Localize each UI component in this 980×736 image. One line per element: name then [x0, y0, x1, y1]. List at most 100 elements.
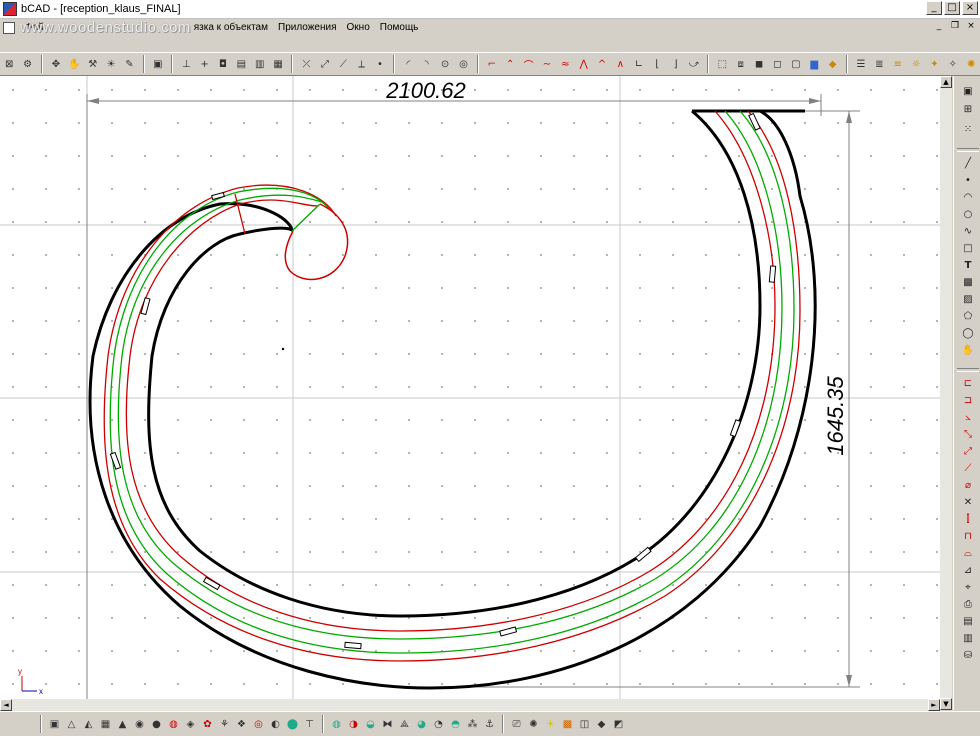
snap-near-icon[interactable]: ⟋ — [336, 57, 350, 72]
zigzag-icon[interactable]: ⋀ — [577, 57, 591, 72]
mirror-3d-icon[interactable]: ◓ — [448, 717, 463, 732]
bool-subtract-icon[interactable]: ◑ — [346, 717, 361, 732]
mdi-minimize-button[interactable]: _ — [932, 20, 946, 33]
draw-circle-icon[interactable]: ○ — [961, 209, 975, 221]
menu-file[interactable]: Фай — [20, 22, 49, 33]
fillet-icon[interactable]: ⌊ — [650, 57, 664, 72]
peak-icon[interactable]: ^ — [595, 57, 609, 72]
section-icon[interactable]: ⟁ — [397, 717, 412, 732]
spot-icon[interactable]: ✧ — [946, 57, 960, 72]
material-library-icon[interactable]: ▩ — [560, 717, 575, 732]
ellipse-icon[interactable]: ◯ — [961, 328, 975, 340]
ucs-icon[interactable]: ⊥ — [179, 57, 193, 72]
render-scene-icon[interactable]: ◩ — [611, 717, 626, 732]
view-iso-icon[interactable]: ▦ — [271, 57, 285, 72]
draw-line-icon[interactable]: ╱ — [961, 158, 975, 170]
cube-icon[interactable]: ▣ — [47, 717, 62, 732]
pipe-icon[interactable]: ⊤ — [302, 717, 317, 732]
render-color-icon[interactable]: ◆ — [825, 57, 839, 72]
select-icon[interactable]: ⊠ — [2, 57, 16, 72]
snap-point-icon[interactable]: • — [373, 57, 387, 72]
sun-icon[interactable]: ✺ — [964, 57, 978, 72]
draw-rect-icon[interactable]: □ — [961, 243, 975, 255]
sphere-solid-icon[interactable]: ⬤ — [285, 717, 300, 732]
snap-tangent-icon[interactable]: ◝ — [420, 57, 434, 72]
paint-icon[interactable]: ✎ — [122, 57, 136, 72]
draw-point-icon[interactable]: • — [961, 175, 975, 187]
chamfer-icon[interactable]: ⌋ — [668, 57, 682, 72]
cube-shaded-icon[interactable]: ◼ — [752, 57, 766, 72]
bulb-icon[interactable]: ☀ — [543, 717, 558, 732]
snap-center-icon[interactable]: ⊙ — [438, 57, 452, 72]
xyz-icon[interactable]: ⌖ — [961, 582, 975, 594]
align-3d-icon[interactable]: ⚓ — [482, 717, 497, 732]
dim-diameter-icon[interactable]: ⤢ — [961, 446, 975, 458]
layer-props-icon[interactable]: ≣ — [872, 57, 886, 72]
bool-union-icon[interactable]: ◍ — [329, 717, 344, 732]
plotter-icon[interactable]: ▥ — [961, 633, 975, 645]
dim-continue-icon[interactable]: ⊓ — [961, 531, 975, 543]
torus-icon[interactable]: ◍ — [166, 717, 181, 732]
vertex-icon[interactable]: ∧ — [613, 57, 627, 72]
wedge-icon[interactable]: ◭ — [81, 717, 96, 732]
view-front-icon[interactable]: ◘ — [216, 57, 230, 72]
cube-solid-icon[interactable]: ▢ — [789, 57, 803, 72]
arc-icon[interactable]: ⌒ — [521, 57, 535, 72]
dim-baseline-icon[interactable]: ⫿ — [961, 514, 975, 526]
horizontal-scrollbar[interactable]: ◄ ► — [0, 699, 940, 711]
wave-icon[interactable]: ≈ — [558, 57, 572, 72]
layer-color-icon[interactable]: ≡ — [891, 57, 905, 72]
loft-icon[interactable]: ❖ — [234, 717, 249, 732]
database-icon[interactable]: ⛁ — [961, 650, 975, 662]
material-icon[interactable]: ▆ — [807, 57, 821, 72]
bool-intersect-icon[interactable]: ◒ — [363, 717, 378, 732]
fillet-3d-icon[interactable]: ◕ — [414, 717, 429, 732]
scene-icon[interactable]: ◆ — [594, 717, 609, 732]
shell-icon[interactable]: ◐ — [268, 717, 283, 732]
draw-spline-icon[interactable]: ∿ — [961, 226, 975, 238]
camera-icon[interactable]: ⎚ — [509, 717, 524, 732]
texture-icon[interactable]: ◫ — [577, 717, 592, 732]
menu-help[interactable]: Помощь — [375, 22, 424, 33]
menu-applications[interactable]: Приложения — [273, 22, 342, 33]
dim-aligned-icon[interactable]: ⊐ — [961, 395, 975, 407]
cube-hidden-icon[interactable]: ⧈ — [734, 57, 748, 72]
hatch-icon[interactable]: ▩ — [961, 277, 975, 289]
dim-arc-icon[interactable]: ⌓ — [961, 548, 975, 560]
revolve-icon[interactable]: ✿ — [200, 717, 215, 732]
snap-arc-icon[interactable]: ◜ — [401, 57, 415, 72]
cube-wire-icon[interactable]: ⬚ — [715, 57, 729, 72]
dim-angle-icon[interactable]: ⦣ — [961, 412, 975, 424]
bcad-app-icon[interactable] — [3, 2, 17, 16]
tool-icon[interactable]: ⚒ — [86, 57, 100, 72]
drawing-canvas[interactable]: 2100.62 1645.35 y x — [0, 76, 952, 710]
draw-arc-icon[interactable]: ◠ — [961, 192, 975, 204]
view-side-icon[interactable]: ▥ — [253, 57, 267, 72]
spiral-icon[interactable]: ◎ — [251, 717, 266, 732]
dim-leader-icon[interactable]: ⌀ — [961, 480, 975, 492]
scroll-up-arrow[interactable]: ▲ — [940, 76, 952, 88]
dim-radius-icon[interactable]: ⤡ — [961, 429, 975, 441]
snap-grid-icon[interactable]: ⊞ — [961, 104, 975, 116]
dim-cross-icon[interactable]: ✕ — [961, 497, 975, 509]
panel-icon[interactable]: ▣ — [961, 86, 975, 98]
crosshair-icon[interactable]: + — [197, 57, 211, 72]
drawing-svg[interactable]: 2100.62 1645.35 y x — [0, 76, 952, 710]
curve-icon[interactable]: ∼ — [540, 57, 554, 72]
mdi-restore-button[interactable]: ❐ — [948, 20, 962, 33]
corner-icon[interactable]: ∟ — [632, 57, 646, 72]
pan-icon[interactable]: ✥ — [49, 57, 63, 72]
lamp-icon[interactable]: ✦ — [927, 57, 941, 72]
minimize-button[interactable]: _ — [926, 1, 942, 15]
line-icon[interactable]: ⌐ — [485, 57, 499, 72]
polygon-icon[interactable]: ⬠ — [961, 311, 975, 323]
hand-tool-icon[interactable]: ✋ — [961, 345, 975, 357]
slice-icon[interactable]: ⧓ — [380, 717, 395, 732]
document-icon[interactable] — [3, 21, 15, 34]
snap-end-icon[interactable]: ⤫ — [299, 57, 313, 72]
scroll-right-arrow[interactable]: ► — [928, 699, 940, 711]
dim-style-icon[interactable]: ⊿ — [961, 565, 975, 577]
box-icon[interactable]: ▦ — [98, 717, 113, 732]
chamfer-3d-icon[interactable]: ◔ — [431, 717, 446, 732]
maximize-button[interactable]: □ — [944, 1, 960, 15]
